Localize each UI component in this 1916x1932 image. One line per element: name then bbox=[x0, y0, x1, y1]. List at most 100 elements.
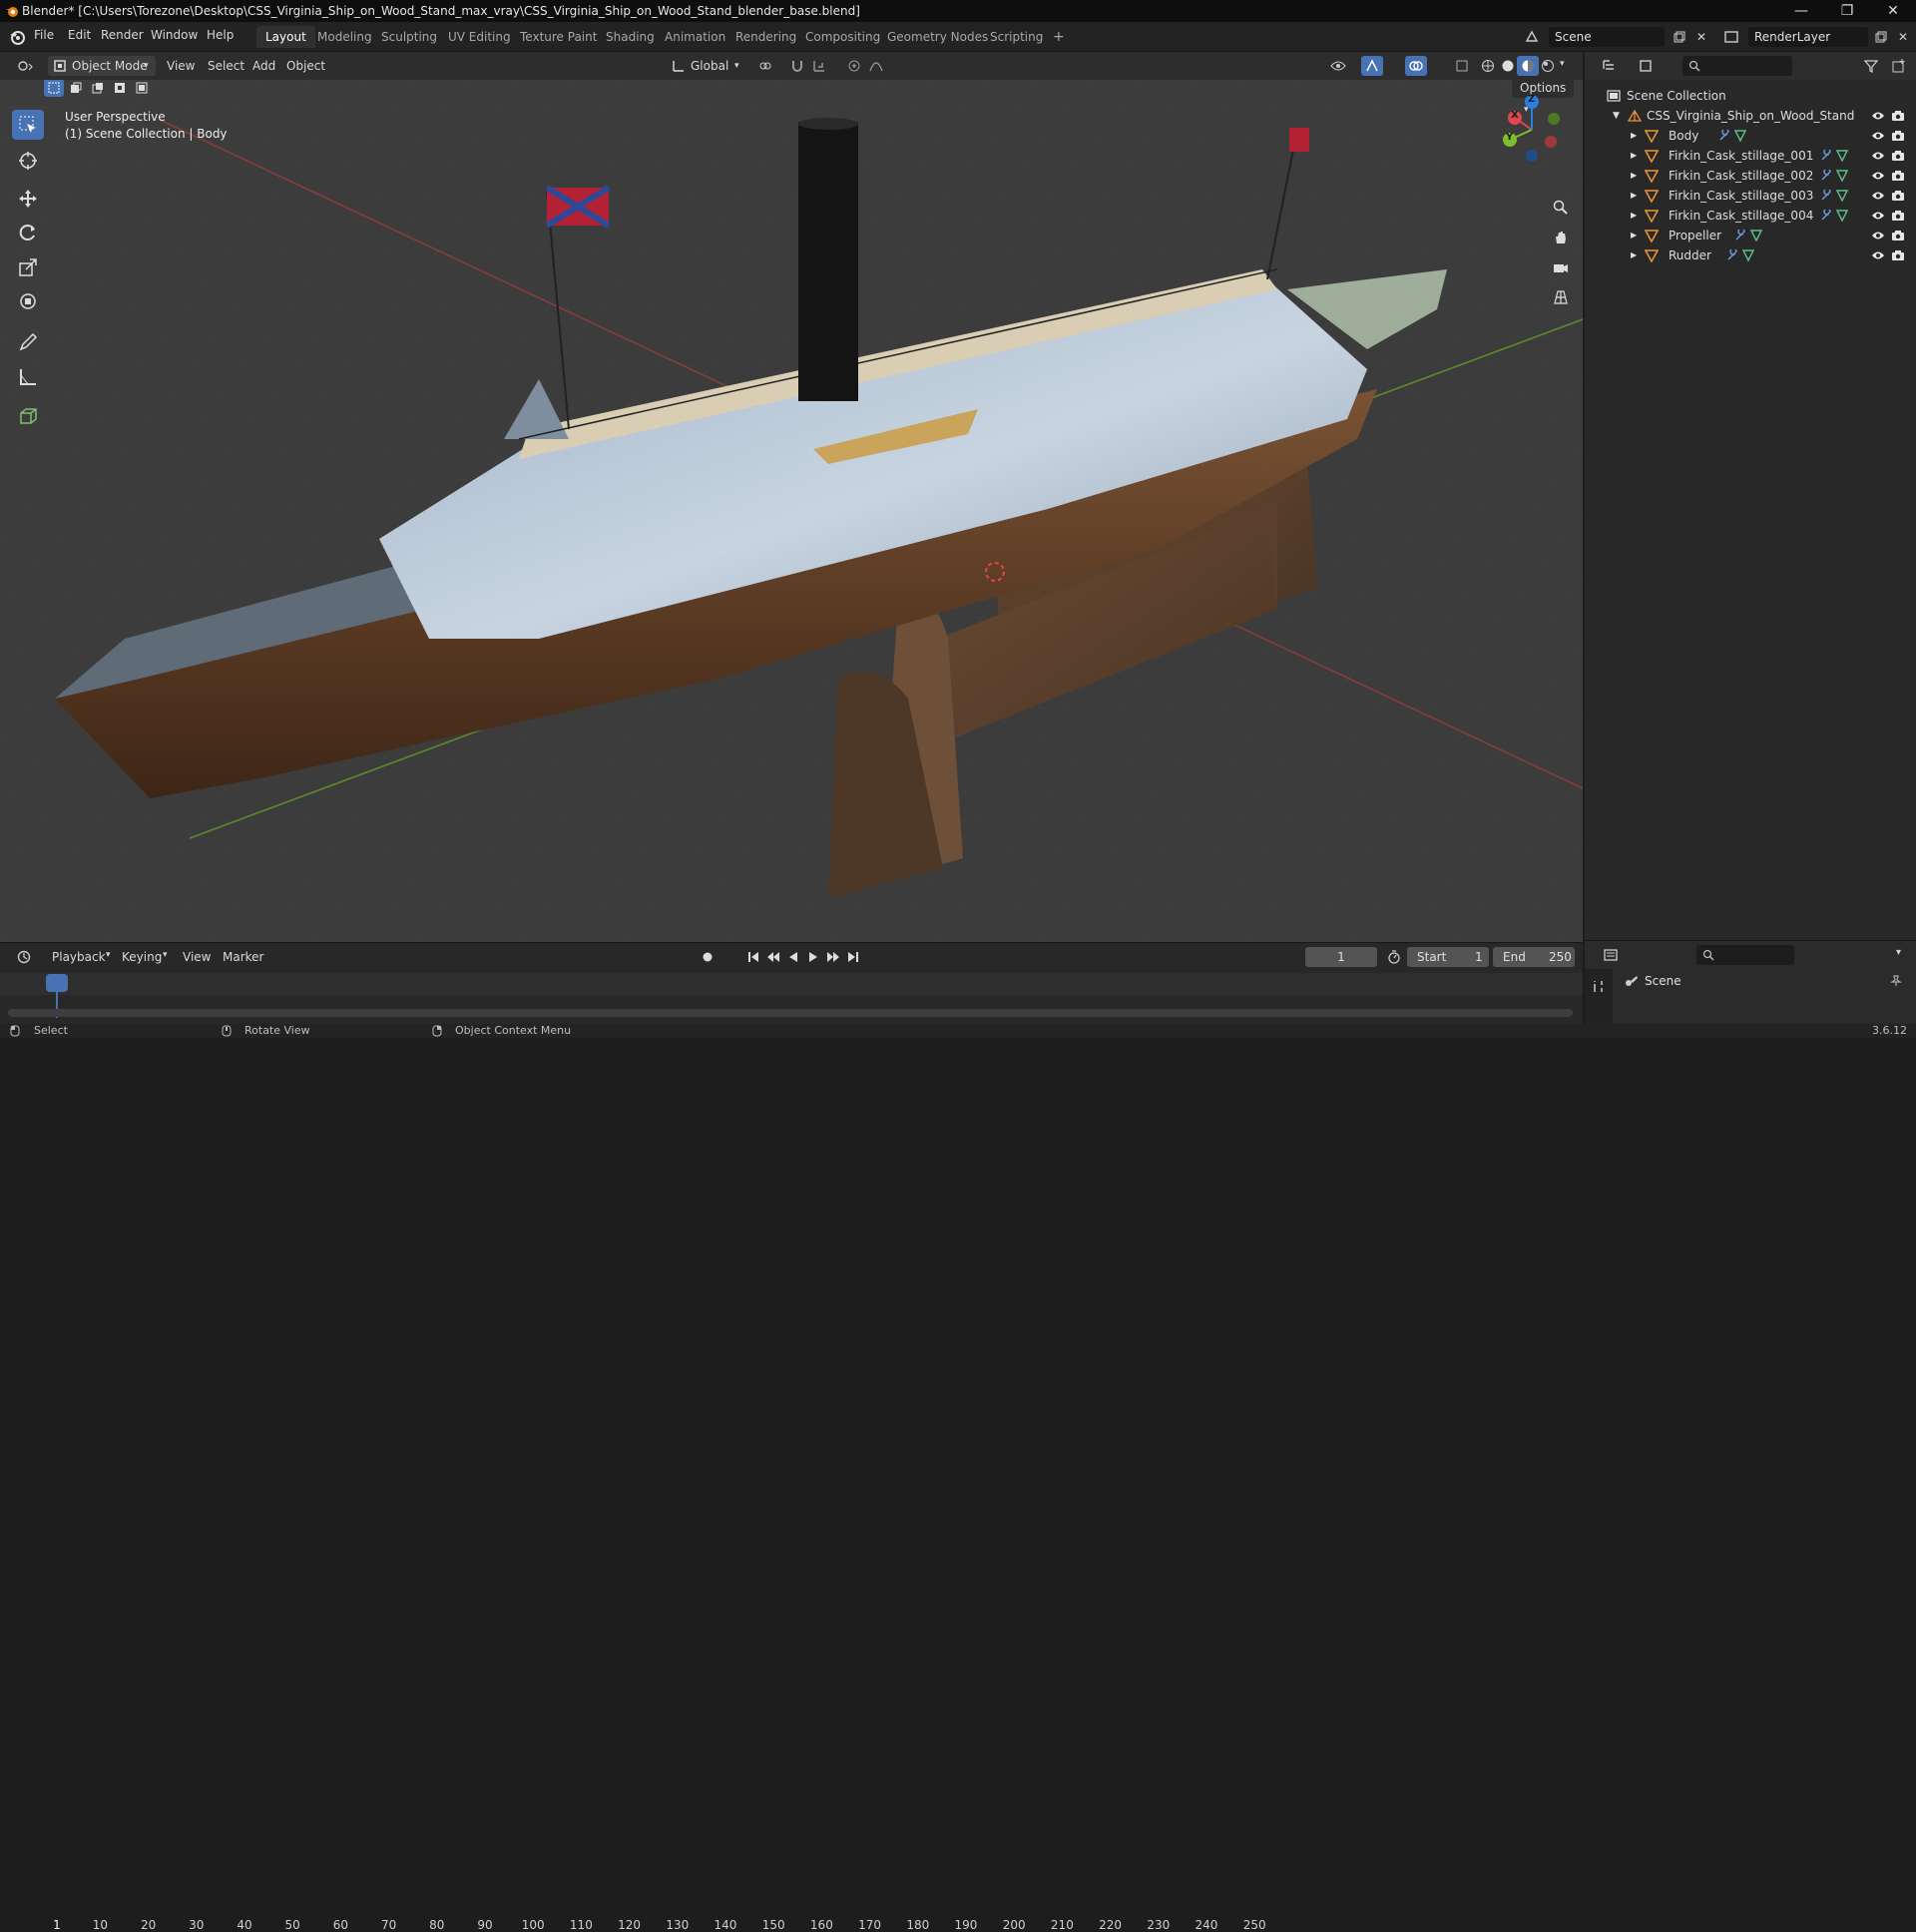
snap-icon[interactable] bbox=[786, 56, 808, 76]
visibility-eye-icon[interactable] bbox=[1871, 111, 1885, 121]
jump-keyframe-back-icon[interactable] bbox=[762, 947, 784, 967]
record-keyframe-icon[interactable] bbox=[697, 947, 718, 967]
shading-options-chevron-icon[interactable]: ▾ bbox=[1560, 59, 1565, 69]
select-extend-icon[interactable] bbox=[66, 80, 86, 97]
chevron-down-icon[interactable]: ▾ bbox=[1896, 947, 1901, 958]
render-camera-icon[interactable] bbox=[1891, 210, 1905, 222]
move-tool[interactable] bbox=[12, 184, 44, 214]
scene-field[interactable]: Scene bbox=[1549, 27, 1665, 47]
tab-rendering[interactable]: Rendering bbox=[726, 26, 805, 48]
visibility-eye-icon[interactable] bbox=[1871, 171, 1885, 181]
renderlayer-selector-icon[interactable] bbox=[1720, 27, 1742, 47]
scene-selector-icon[interactable] bbox=[1521, 27, 1543, 47]
outliner-object-row[interactable]: ▶ Propeller bbox=[1585, 226, 1916, 245]
menu-window[interactable]: Window bbox=[151, 28, 198, 42]
show-gizmo-icon[interactable] bbox=[1361, 56, 1383, 76]
collapse-arrow-icon[interactable]: ▼ bbox=[1613, 106, 1620, 126]
tab-texture-paint[interactable]: Texture Paint bbox=[511, 26, 606, 48]
render-camera-icon[interactable] bbox=[1891, 130, 1905, 142]
timeline-editor-type-icon[interactable] bbox=[10, 947, 40, 967]
annotate-tool[interactable] bbox=[12, 327, 44, 357]
pan-hand-icon[interactable] bbox=[1548, 225, 1574, 250]
new-collection-icon[interactable] bbox=[1888, 56, 1910, 76]
visibility-eye-icon[interactable] bbox=[1871, 231, 1885, 241]
menu-timeline-view[interactable]: View bbox=[183, 947, 211, 967]
end-frame-field[interactable]: End 250 bbox=[1493, 947, 1575, 967]
tab-geometry-nodes[interactable]: Geometry Nodes bbox=[878, 26, 997, 48]
menu-help[interactable]: Help bbox=[207, 28, 234, 42]
modifier-wrench-icon[interactable] bbox=[1718, 130, 1730, 142]
new-renderlayer-icon[interactable] bbox=[1870, 27, 1892, 47]
proportional-editing-icon[interactable] bbox=[843, 56, 865, 76]
expand-arrow-icon[interactable]: ▶ bbox=[1631, 186, 1637, 206]
3d-viewport[interactable]: User Perspective (1) Scene Collection | … bbox=[0, 80, 1583, 942]
delete-renderlayer-icon[interactable]: ✕ bbox=[1892, 27, 1914, 47]
expand-arrow-icon[interactable]: ▶ bbox=[1631, 126, 1637, 146]
tab-scripting[interactable]: Scripting bbox=[981, 26, 1052, 48]
scale-tool[interactable] bbox=[12, 252, 44, 282]
menu-view[interactable]: View bbox=[167, 56, 195, 76]
menu-keying[interactable]: Keying bbox=[122, 947, 162, 967]
properties-editor-type-icon[interactable] bbox=[1597, 945, 1627, 965]
outliner-editor-type-icon[interactable] bbox=[1595, 56, 1625, 76]
wireframe-shading-icon[interactable] bbox=[1477, 56, 1499, 76]
select-invert-icon[interactable] bbox=[110, 80, 130, 97]
jump-start-icon[interactable] bbox=[742, 947, 764, 967]
solid-shading-icon[interactable] bbox=[1497, 56, 1519, 76]
outliner-object-row[interactable]: ▶ Firkin_Cask_stillage_002 bbox=[1585, 166, 1916, 186]
material-preview-shading-icon[interactable] bbox=[1517, 56, 1539, 76]
modifier-wrench-icon[interactable] bbox=[1820, 210, 1832, 222]
mesh-data-icon[interactable] bbox=[1836, 170, 1848, 182]
frame-ruler[interactable] bbox=[0, 973, 1583, 995]
mesh-data-icon[interactable] bbox=[1836, 150, 1848, 162]
add-workspace-button[interactable]: + bbox=[1044, 26, 1074, 48]
pivot-point-icon[interactable] bbox=[754, 56, 776, 76]
tab-shading[interactable]: Shading bbox=[597, 26, 664, 48]
show-overlays-icon[interactable] bbox=[1405, 56, 1427, 76]
tab-animation[interactable]: Animation bbox=[656, 26, 734, 48]
mesh-data-icon[interactable] bbox=[1836, 210, 1848, 222]
cursor-tool[interactable] bbox=[12, 146, 44, 176]
display-mode-icon[interactable] bbox=[1633, 56, 1663, 76]
modifier-wrench-icon[interactable] bbox=[1734, 230, 1746, 242]
maximize-button[interactable]: ❐ bbox=[1824, 0, 1870, 22]
menu-select[interactable]: Select bbox=[208, 56, 244, 76]
select-intersect-icon[interactable] bbox=[132, 80, 152, 97]
render-camera-icon[interactable] bbox=[1891, 150, 1905, 162]
play-icon[interactable] bbox=[802, 947, 824, 967]
menu-file[interactable]: File bbox=[34, 28, 54, 42]
visibility-eye-icon[interactable] bbox=[1871, 211, 1885, 221]
tool-settings-tab-icon[interactable] bbox=[1588, 977, 1610, 997]
start-frame-field[interactable]: Start 1 bbox=[1407, 947, 1489, 967]
visibility-eye-icon[interactable] bbox=[1871, 250, 1885, 260]
minimize-button[interactable]: — bbox=[1778, 0, 1824, 22]
menu-object[interactable]: Object bbox=[286, 56, 325, 76]
outliner-collection-row[interactable]: ▼ CSS_Virginia_Ship_on_Wood_Stand bbox=[1585, 106, 1916, 126]
mesh-data-icon[interactable] bbox=[1836, 190, 1848, 202]
visibility-eye-icon[interactable] bbox=[1871, 131, 1885, 141]
rotate-tool[interactable] bbox=[12, 218, 44, 247]
editor-type-icon[interactable] bbox=[10, 56, 40, 76]
expand-arrow-icon[interactable]: ▶ bbox=[1631, 166, 1637, 186]
timeline-scrollbar[interactable] bbox=[8, 1009, 1573, 1017]
select-box-tool[interactable] bbox=[12, 110, 44, 140]
tab-uv-editing[interactable]: UV Editing bbox=[439, 26, 520, 48]
visibility-eye-icon[interactable] bbox=[1871, 191, 1885, 201]
jump-keyframe-forward-icon[interactable] bbox=[822, 947, 844, 967]
tab-layout[interactable]: Layout bbox=[256, 26, 315, 48]
select-new-icon[interactable] bbox=[44, 80, 64, 97]
camera-view-icon[interactable] bbox=[1548, 254, 1574, 280]
outliner-object-row[interactable]: ▶ Rudder bbox=[1585, 245, 1916, 265]
render-camera-icon[interactable] bbox=[1891, 110, 1905, 122]
measure-tool[interactable] bbox=[12, 362, 44, 392]
expand-arrow-icon[interactable]: ▶ bbox=[1631, 226, 1637, 245]
menu-add[interactable]: Add bbox=[252, 56, 275, 76]
mesh-data-icon[interactable] bbox=[1750, 230, 1762, 242]
menu-playback[interactable]: Playback bbox=[52, 947, 106, 967]
modifier-wrench-icon[interactable] bbox=[1726, 249, 1738, 261]
jump-end-icon[interactable] bbox=[842, 947, 864, 967]
render-camera-icon[interactable] bbox=[1891, 190, 1905, 202]
mesh-data-icon[interactable] bbox=[1742, 249, 1754, 261]
renderlayer-field[interactable]: RenderLayer bbox=[1748, 27, 1868, 47]
menu-render[interactable]: Render bbox=[101, 28, 144, 42]
